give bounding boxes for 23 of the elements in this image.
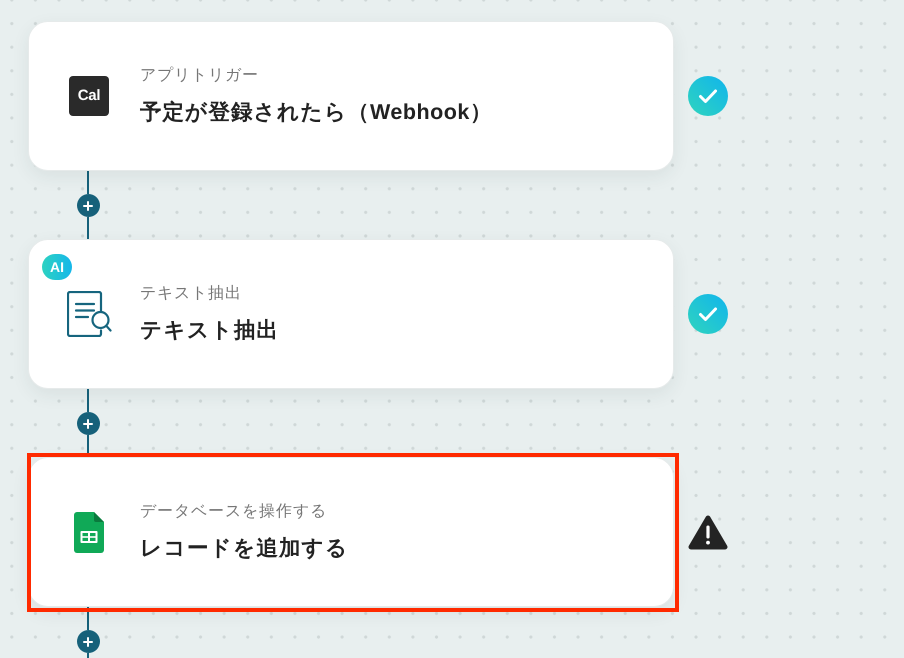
plus-icon [83, 418, 93, 428]
step-card[interactable]: データベースを操作する レコードを追加する [28, 457, 674, 607]
step-title: 予定が登録されたら（Webhook） [140, 99, 492, 126]
add-step-button[interactable] [76, 412, 100, 435]
connector-line [86, 171, 90, 194]
step-card[interactable]: Cal アプリトリガー 予定が登録されたら（Webhook） [28, 21, 674, 171]
step-title: レコードを追加する [140, 535, 348, 562]
step-title: テキスト抽出 [140, 317, 279, 344]
step-label: テキスト抽出 [140, 284, 243, 304]
connector-line [86, 217, 90, 239]
document-search-icon [66, 291, 112, 337]
spreadsheet-icon [74, 512, 104, 552]
connector-line [86, 607, 90, 630]
step-card[interactable]: AI テキスト抽出 テキスト抽出 [28, 239, 674, 389]
logo-icon: Cal [69, 76, 109, 116]
plus-icon [83, 636, 93, 646]
ai-badge: AI [42, 254, 72, 280]
add-step-button[interactable] [76, 194, 100, 217]
step-label: アプリトリガー [140, 66, 260, 86]
add-step-button[interactable] [76, 630, 100, 653]
step-label: データベースを操作する [140, 502, 328, 522]
connector-line [86, 389, 90, 412]
plus-icon [83, 200, 93, 210]
